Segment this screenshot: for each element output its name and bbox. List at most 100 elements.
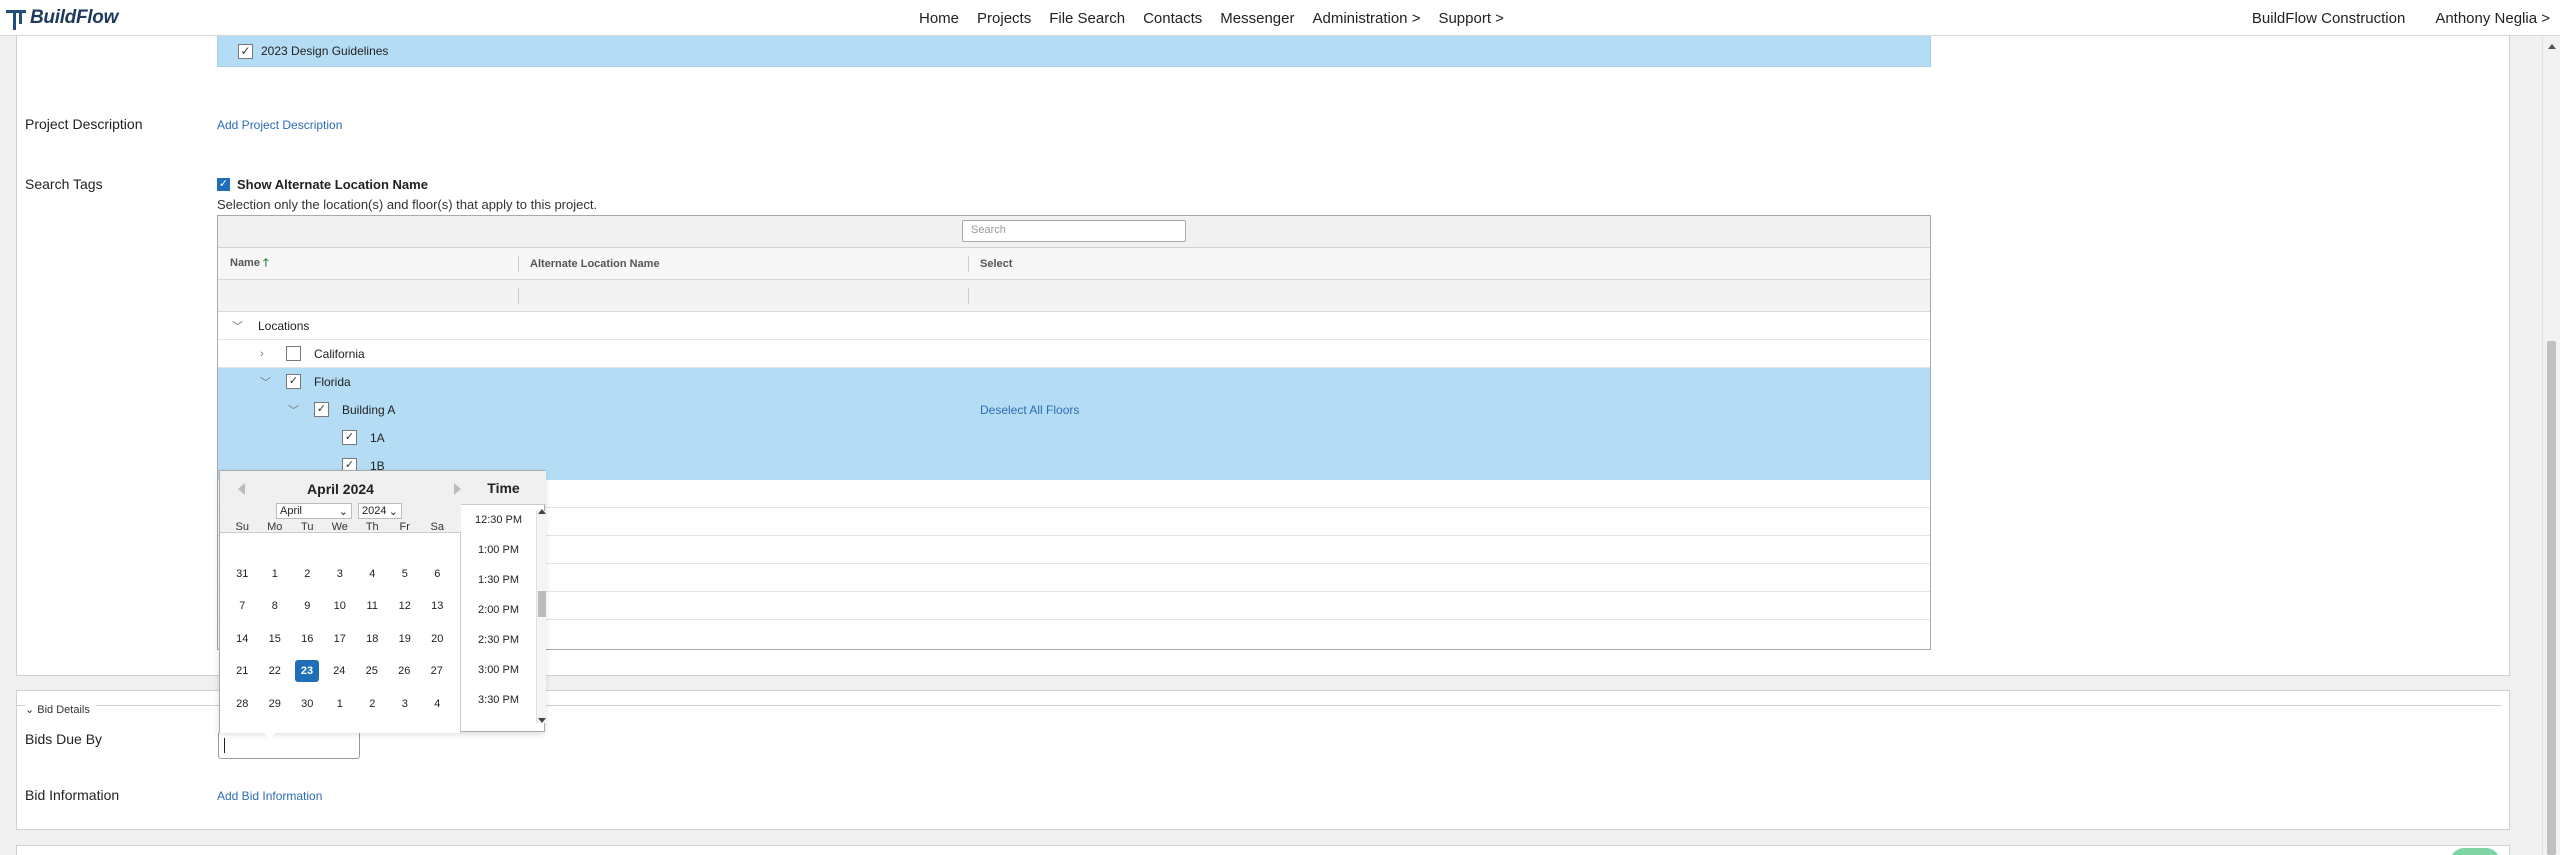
- deselect-all-floors-link[interactable]: Deselect All Floors: [980, 403, 1079, 417]
- chevron-down-icon[interactable]: ﹀: [232, 318, 243, 334]
- scroll-up-icon[interactable]: [2548, 44, 2556, 49]
- day-cell[interactable]: 8: [259, 595, 292, 617]
- time-option[interactable]: 2:30 PM: [461, 625, 536, 655]
- guideline-label: 2023 Design Guidelines: [261, 44, 389, 58]
- day-cell[interactable]: 26: [388, 660, 421, 682]
- selected-guideline-row[interactable]: 2023 Design Guidelines: [217, 36, 1931, 67]
- day-cell[interactable]: 3: [324, 563, 357, 585]
- time-scrollbar[interactable]: [536, 509, 546, 723]
- selected-day-cell[interactable]: 23: [295, 660, 319, 682]
- tree-row-florida[interactable]: ﹀ Florida: [218, 368, 1930, 396]
- grid-search-input[interactable]: Search: [962, 220, 1186, 242]
- california-checkbox[interactable]: [286, 346, 301, 361]
- day-cell[interactable]: 18: [356, 628, 389, 650]
- day-cell[interactable]: 12: [389, 595, 422, 617]
- month-select[interactable]: April ⌄: [276, 503, 352, 519]
- day-cell[interactable]: 1: [259, 563, 292, 585]
- chevron-down-icon[interactable]: ﹀: [288, 402, 299, 418]
- nav-file-search[interactable]: File Search: [1040, 10, 1134, 27]
- guideline-checkbox[interactable]: [238, 43, 253, 59]
- page-scroll-thumb[interactable]: [2547, 341, 2556, 855]
- nav-administration[interactable]: Administration >: [1303, 10, 1429, 27]
- day-cell[interactable]: 31: [226, 563, 259, 585]
- calendar-week: 28 29 30 1 2 3 4: [226, 693, 462, 715]
- day-cell[interactable]: 6: [421, 563, 454, 585]
- day-cell[interactable]: 16: [291, 628, 324, 650]
- day-cell[interactable]: 9: [291, 595, 324, 617]
- page-scrollbar[interactable]: [2542, 36, 2560, 855]
- day-cell[interactable]: 17: [324, 628, 357, 650]
- search-tags-label: Search Tags: [25, 176, 103, 192]
- add-bid-information-link[interactable]: Add Bid Information: [217, 789, 322, 803]
- chevron-down-icon[interactable]: ﹀: [260, 374, 271, 390]
- day-cell[interactable]: 29: [259, 693, 292, 715]
- day-cell[interactable]: 7: [226, 595, 259, 617]
- day-cell[interactable]: 24: [323, 660, 356, 682]
- day-cell[interactable]: 22: [259, 660, 292, 682]
- nav-support[interactable]: Support >: [1429, 10, 1512, 27]
- day-cell[interactable]: 4: [356, 563, 389, 585]
- time-panel: Time 12:30 PM 1:00 PM 1:30 PM 2:00 PM 2:…: [461, 471, 546, 733]
- day-cell[interactable]: 30: [291, 693, 324, 715]
- nav-home[interactable]: Home: [910, 10, 968, 27]
- weekday-header: Su Mo Tu We Th Fr Sa: [235, 521, 444, 533]
- nav-contacts[interactable]: Contacts: [1134, 10, 1211, 27]
- day-cell[interactable]: 15: [259, 628, 292, 650]
- scroll-down-icon[interactable]: [538, 718, 546, 723]
- day-cell[interactable]: 4: [421, 693, 454, 715]
- day-cell[interactable]: 28: [226, 693, 259, 715]
- nav-projects[interactable]: Projects: [968, 10, 1040, 27]
- tree-row-california[interactable]: › California: [218, 340, 1930, 368]
- day-cell[interactable]: 25: [356, 660, 389, 682]
- year-select[interactable]: 2024 ⌄: [358, 503, 402, 519]
- app-logo[interactable]: BuildFlow: [6, 4, 118, 32]
- next-month-icon[interactable]: [454, 483, 461, 495]
- project-description-label: Project Description: [25, 116, 143, 132]
- show-alt-name-checkbox[interactable]: [217, 178, 230, 191]
- day-cell[interactable]: 2: [356, 693, 389, 715]
- day-cell[interactable]: 3: [389, 693, 422, 715]
- day-cell[interactable]: 20: [421, 628, 454, 650]
- tree-label: Locations: [258, 318, 310, 333]
- nav-messenger[interactable]: Messenger: [1211, 10, 1303, 27]
- user-menu[interactable]: Anthony Neglia >: [2435, 10, 2550, 27]
- nav-right: BuildFlow Construction Anthony Neglia >: [2252, 0, 2550, 36]
- tree-row-locations[interactable]: ﹀ Locations: [218, 312, 1930, 340]
- day-cell[interactable]: 5: [389, 563, 422, 585]
- day-cell[interactable]: 1: [324, 693, 357, 715]
- add-project-description-link[interactable]: Add Project Description: [217, 118, 342, 132]
- time-option[interactable]: 1:30 PM: [461, 565, 536, 595]
- bids-due-date-input[interactable]: [218, 731, 360, 759]
- day-cell[interactable]: 2: [291, 563, 324, 585]
- time-option[interactable]: 3:00 PM: [461, 655, 536, 685]
- floor-1a-checkbox[interactable]: [342, 430, 357, 445]
- chat-widget-icon[interactable]: [2450, 848, 2500, 855]
- day-cell[interactable]: 10: [324, 595, 357, 617]
- time-option[interactable]: 1:00 PM: [461, 535, 536, 565]
- time-option[interactable]: 2:00 PM: [461, 595, 536, 625]
- time-option[interactable]: 3:30 PM: [461, 685, 536, 715]
- scroll-thumb[interactable]: [538, 591, 546, 617]
- column-name[interactable]: Name 🡑: [230, 254, 269, 273]
- day-cell[interactable]: 27: [421, 660, 454, 682]
- company-menu[interactable]: BuildFlow Construction: [2252, 10, 2405, 27]
- florida-checkbox[interactable]: [286, 374, 301, 389]
- tree-row-floor-1a[interactable]: 1A: [218, 424, 1930, 452]
- building-a-checkbox[interactable]: [314, 402, 329, 417]
- time-option[interactable]: 12:30 PM: [461, 505, 536, 535]
- day-cell[interactable]: 21: [226, 660, 259, 682]
- column-select[interactable]: Select: [980, 258, 1012, 270]
- show-alt-name-option[interactable]: Show Alternate Location Name: [217, 177, 428, 192]
- grid-header: Name 🡑 Alternate Location Name Select: [218, 248, 1930, 280]
- tree-row-building-a[interactable]: ﹀ Building A Deselect All Floors: [218, 396, 1930, 424]
- calendar-week: 14 15 16 17 18 19 20: [226, 628, 462, 650]
- column-alt-name[interactable]: Alternate Location Name: [530, 258, 660, 270]
- day-cell[interactable]: 14: [226, 628, 259, 650]
- day-cell[interactable]: 13: [421, 595, 454, 617]
- day-cell[interactable]: 19: [389, 628, 422, 650]
- chevron-right-icon[interactable]: ›: [260, 348, 264, 360]
- logo-text: BuildFlow: [30, 7, 119, 28]
- day-cell[interactable]: 11: [356, 595, 389, 617]
- bid-details-toggle[interactable]: ⌄ Bid Details: [25, 703, 96, 716]
- scroll-up-icon[interactable]: [538, 509, 546, 514]
